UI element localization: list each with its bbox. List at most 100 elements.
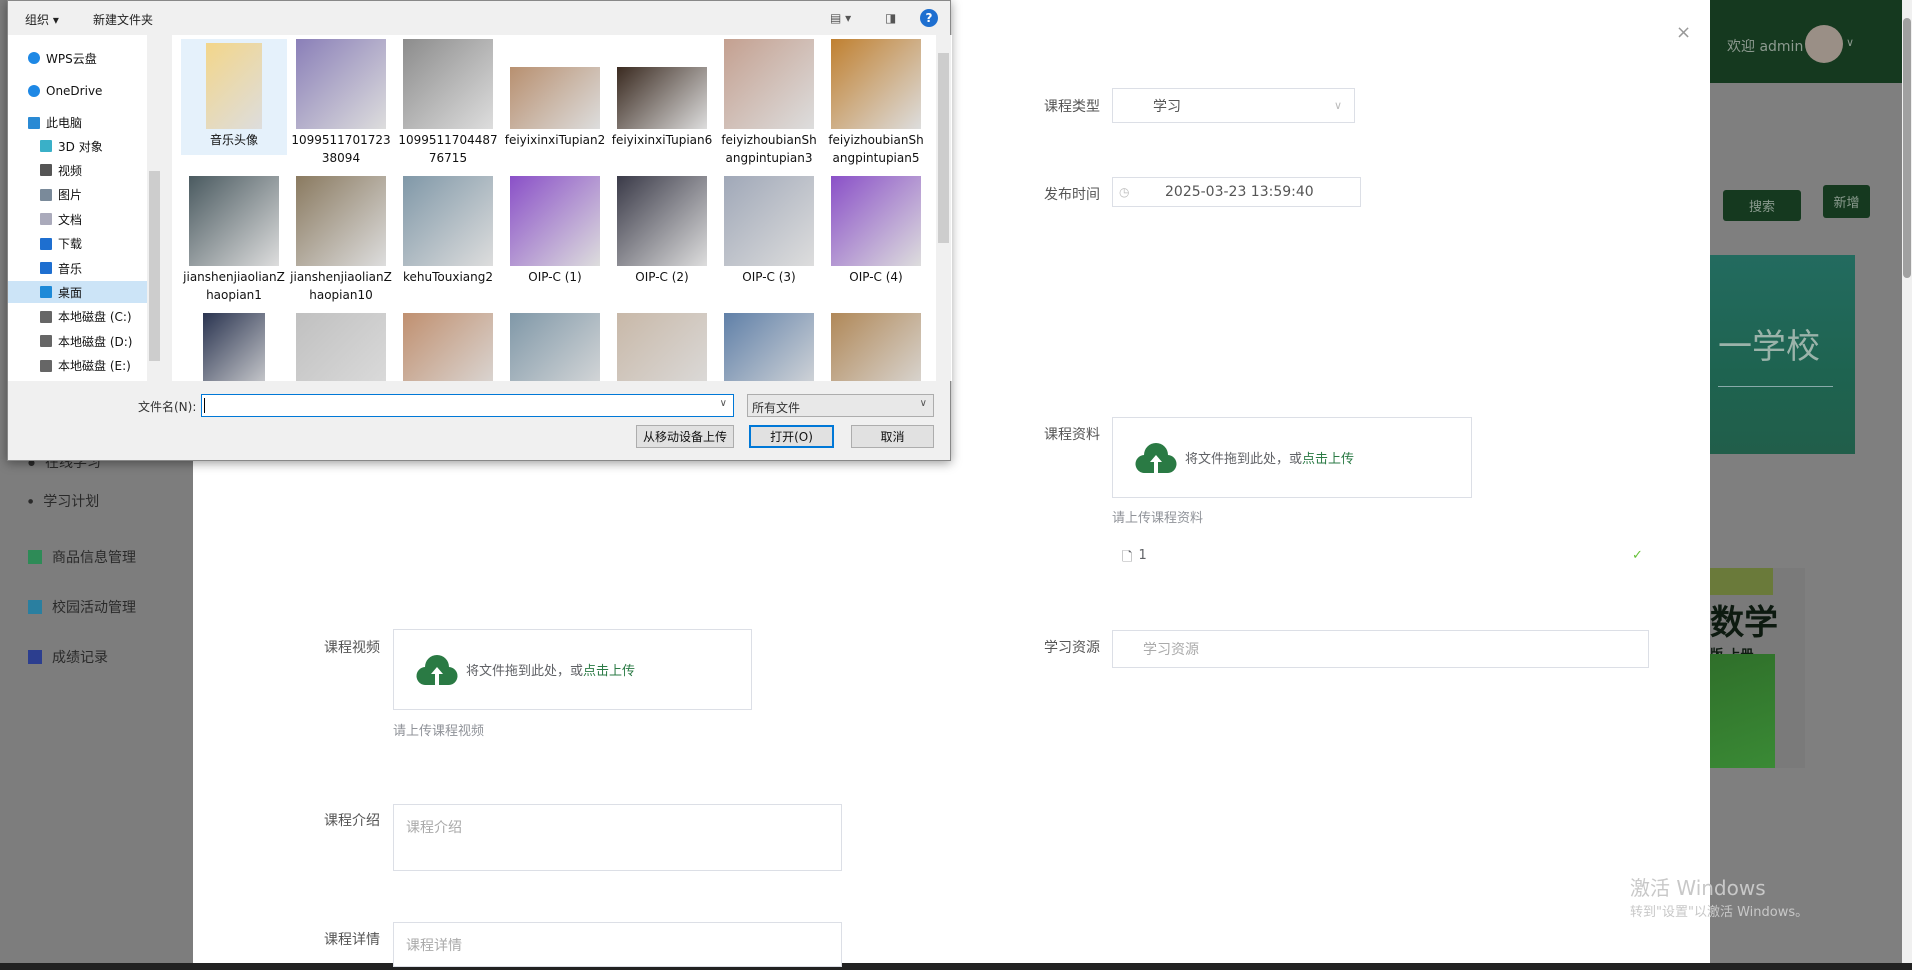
click-upload-link[interactable]: 点击上传 bbox=[583, 660, 635, 679]
uploaded-file-item[interactable]: 🗋 1 bbox=[1122, 548, 1147, 570]
nav-item[interactable]: OneDrive bbox=[28, 80, 102, 102]
nav-item[interactable]: 本地磁盘 (E:) bbox=[40, 355, 131, 377]
publish-time-input[interactable]: ◷ 2025-03-23 13:59:40 bbox=[1112, 177, 1361, 207]
check-circle-icon: ✓ bbox=[1632, 548, 1643, 563]
cancel-button[interactable]: 取消 bbox=[851, 425, 934, 448]
organize-button[interactable]: 组织 ▾ bbox=[25, 11, 59, 28]
nav-scrollbar[interactable] bbox=[147, 35, 162, 381]
file-item[interactable]: 109951170448776715 bbox=[395, 39, 501, 167]
file-item[interactable] bbox=[288, 313, 394, 381]
sidebar-item-goods[interactable]: 商品信息管理 bbox=[28, 547, 136, 567]
help-icon[interactable]: ? bbox=[920, 9, 938, 27]
file-item[interactable]: feiyizhoubianShangpintupian3 bbox=[716, 39, 822, 167]
file-item[interactable]: jianshenjiaolianZhaopian10 bbox=[288, 176, 394, 304]
preview-pane-icon[interactable]: ◨ bbox=[885, 11, 896, 25]
nav-item[interactable]: 桌面 bbox=[8, 281, 147, 304]
file-item[interactable]: feiyixinxiTupian2 bbox=[502, 39, 608, 149]
filename-input[interactable]: ∨ bbox=[201, 394, 734, 417]
search-button[interactable]: 搜索 bbox=[1723, 190, 1801, 221]
click-upload-link[interactable]: 点击上传 bbox=[1302, 448, 1354, 467]
close-icon[interactable]: × bbox=[1676, 22, 1691, 43]
course-type-select[interactable]: 学习 ∨ bbox=[1112, 88, 1355, 123]
image-thumbnail bbox=[724, 313, 814, 381]
intro-textarea[interactable]: 课程介绍 bbox=[393, 804, 842, 871]
sidebar-item-label: 校园活动管理 bbox=[52, 600, 136, 616]
mobile-upload-button[interactable]: 从移动设备上传 bbox=[636, 425, 734, 448]
image-thumbnail bbox=[189, 176, 279, 266]
drop-text: 将文件拖到此处，或 bbox=[466, 664, 584, 679]
watermark-line1: 激活 Windows bbox=[1630, 876, 1766, 900]
file-item[interactable]: OIP-C (4) bbox=[823, 176, 929, 286]
nav-item-label: 图片 bbox=[58, 188, 83, 203]
detail-input[interactable]: 课程详情 bbox=[393, 922, 842, 967]
chevron-down-icon: ∨ bbox=[1333, 99, 1342, 112]
file-item[interactable] bbox=[181, 313, 287, 381]
file-item[interactable] bbox=[823, 313, 929, 381]
cloud-upload-icon bbox=[416, 654, 458, 685]
material-upload-area[interactable]: 将文件拖到此处，或 点击上传 bbox=[1112, 417, 1472, 498]
file-item[interactable] bbox=[609, 313, 715, 381]
image-thumbnail bbox=[296, 176, 386, 266]
open-button[interactable]: 打开(O) bbox=[749, 425, 834, 448]
file-item[interactable] bbox=[502, 313, 608, 381]
filename-label: 文件名(N): bbox=[138, 400, 197, 414]
chevron-down-icon[interactable]: ∨ bbox=[1846, 36, 1854, 49]
image-thumbnail bbox=[510, 313, 600, 381]
file-item[interactable]: OIP-C (2) bbox=[609, 176, 715, 286]
folder-item[interactable]: 音乐头像 bbox=[181, 39, 287, 155]
nav-item[interactable]: 此电脑 bbox=[28, 112, 82, 134]
new-folder-button[interactable]: 新建文件夹 bbox=[93, 11, 153, 28]
resource-label: 学习资源 bbox=[1044, 640, 1100, 656]
taskbar bbox=[0, 963, 1912, 970]
sidebar-item-grades[interactable]: 成绩记录 bbox=[28, 647, 108, 667]
nav-item[interactable]: WPS云盘 bbox=[28, 47, 97, 69]
detail-label: 课程详情 bbox=[324, 932, 380, 948]
nav-item[interactable]: 本地磁盘 (D:) bbox=[40, 330, 132, 352]
sidebar-item-campus-activity[interactable]: 校园活动管理 bbox=[28, 597, 136, 617]
nav-item[interactable]: 图片 bbox=[40, 184, 82, 206]
nav-item[interactable]: 本地磁盘 (C:) bbox=[40, 306, 132, 328]
file-item[interactable]: OIP-C (3) bbox=[716, 176, 822, 286]
image-thumbnail bbox=[831, 176, 921, 266]
page-scrollbar[interactable] bbox=[1902, 0, 1912, 963]
file-name: 109951170448776715 bbox=[398, 133, 498, 165]
file-item[interactable] bbox=[395, 313, 501, 381]
file-name: feiyizhoubianShangpintupian5 bbox=[828, 133, 924, 165]
file-item[interactable]: feiyizhoubianShangpintupian5 bbox=[823, 39, 929, 167]
file-item[interactable]: OIP-C (1) bbox=[502, 176, 608, 286]
add-button[interactable]: 新增 bbox=[1823, 185, 1870, 218]
file-item[interactable]: feiyixinxiTupian6 bbox=[609, 39, 715, 149]
watermark-line2: 转到"设置"以激活 Windows。 bbox=[1630, 905, 1809, 920]
nav-item[interactable]: 音乐 bbox=[40, 257, 82, 279]
nav-item-label: 本地磁盘 (E:) bbox=[58, 359, 131, 374]
intro-label: 课程介绍 bbox=[324, 813, 380, 829]
file-type-filter[interactable]: 所有文件 ∨ bbox=[747, 394, 934, 417]
video-upload-area[interactable]: 将文件拖到此处，或 点击上传 bbox=[393, 629, 752, 710]
material-label: 课程资料 bbox=[1044, 427, 1100, 443]
file-name: 1 bbox=[1138, 548, 1147, 563]
file-name: feiyixinxiTupian6 bbox=[611, 133, 713, 147]
desktop-icon bbox=[40, 286, 52, 299]
file-item[interactable]: jianshenjiaolianZhaopian1 bbox=[181, 176, 287, 304]
files-scrollbar[interactable] bbox=[936, 35, 951, 381]
image-thumbnail bbox=[617, 176, 707, 266]
file-name: jianshenjiaolianZhaopian1 bbox=[183, 270, 285, 302]
nav-item-label: OneDrive bbox=[46, 84, 103, 99]
sidebar-item-study-plan[interactable]: ● 学习计划 bbox=[28, 491, 99, 511]
nav-item[interactable]: 文档 bbox=[40, 208, 82, 230]
file-item[interactable]: kehuTouxiang2 bbox=[395, 176, 501, 286]
file-item[interactable] bbox=[716, 313, 822, 381]
image-thumbnail bbox=[617, 313, 707, 381]
nav-item-label: 音乐 bbox=[58, 261, 83, 276]
nav-item[interactable]: 视频 bbox=[40, 159, 82, 181]
resource-input[interactable]: 学习资源 bbox=[1112, 630, 1649, 668]
book-image: 数学 版 上册 bbox=[1710, 568, 1805, 768]
view-options-icon[interactable]: ▤ ▾ bbox=[830, 11, 851, 25]
nav-item-label: 此电脑 bbox=[46, 116, 83, 131]
nav-item[interactable]: 下载 bbox=[40, 233, 82, 255]
nav-item[interactable]: 3D 对象 bbox=[40, 135, 103, 157]
document-icon bbox=[40, 213, 52, 226]
avatar[interactable] bbox=[1805, 25, 1843, 63]
file-item[interactable]: 109951170172338094 bbox=[288, 39, 394, 167]
image-thumbnail bbox=[203, 313, 265, 381]
